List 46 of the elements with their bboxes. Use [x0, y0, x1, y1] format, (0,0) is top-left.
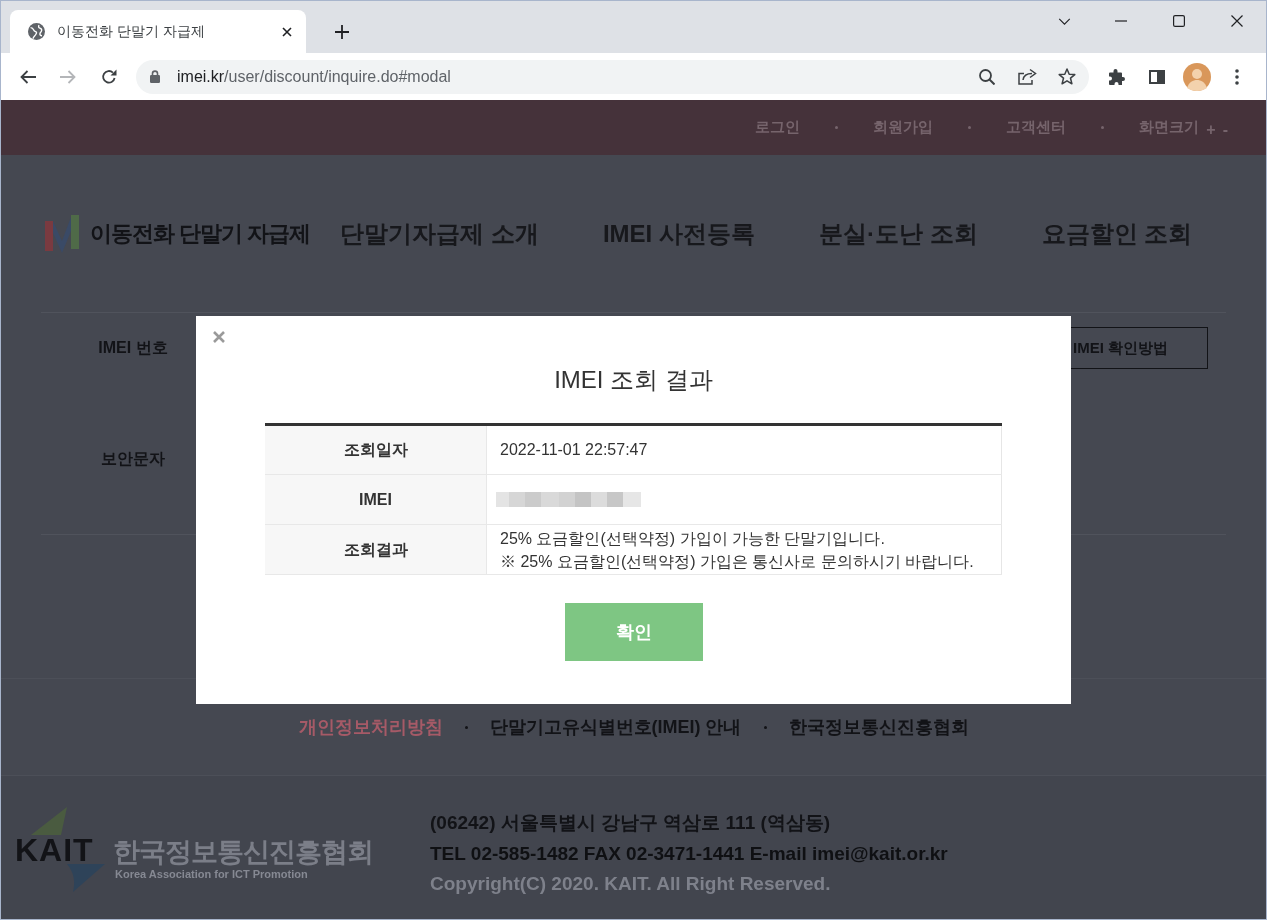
- row-label-cell: IMEI: [265, 475, 487, 524]
- back-arrow-icon: [20, 69, 36, 84]
- forward-arrow-icon: [60, 69, 76, 84]
- row-label-cell: 조회일자: [265, 426, 487, 474]
- logo-name: 한국정보통신진흥협회: [113, 836, 373, 868]
- table-cell: 25% 요금할인(선택약정) 가입이 가능한 단말기입니다. ※ 25% 요금할인(선택약정) 가입은 통신사로 문의하시기 바랍니다.: [487, 525, 1002, 574]
- copyright-text: Copyright(C) 2020. KAIT. All Right Reserved.: [430, 872, 832, 896]
- logo-abbreviation: KAIT: [15, 836, 94, 864]
- maximize-icon: [1173, 15, 1185, 27]
- logo-tagline: Korea Association for ICT Promotion: [115, 868, 309, 881]
- globe-icon: [28, 23, 45, 40]
- minimize-icon: [1115, 20, 1127, 22]
- confirm-button[interactable]: 확인: [564, 603, 703, 661]
- search-icon: [979, 68, 995, 85]
- url-text: imei.kr/user/discount/inquire.do#modal: [177, 66, 451, 87]
- close-icon: [282, 26, 292, 37]
- field-label: 보안문자: [100, 448, 166, 469]
- browser-tab[interactable]: 이동전화 단말기 자급제: [10, 10, 306, 53]
- avatar-icon: [1183, 62, 1211, 91]
- tab-title: 이동전화 단말기 자급제: [57, 22, 205, 41]
- address-bar[interactable]: imei.kr/user/discount/inquire.do#modal: [136, 59, 1089, 94]
- zoom-out-button[interactable]: -: [1222, 118, 1228, 142]
- plus-icon: [335, 24, 349, 39]
- lock-icon: [150, 70, 160, 83]
- footer-link[interactable]: 한국정보통신진흥협회: [788, 713, 969, 741]
- reload-icon: [101, 68, 117, 85]
- site-logo-text: 이동전화 단말기 자급제: [90, 220, 311, 248]
- puzzle-icon: [1109, 68, 1125, 85]
- row-label-cell: 조회결과: [265, 525, 487, 574]
- share-icon: [1017, 68, 1037, 85]
- close-button[interactable]: [212, 330, 226, 344]
- zoom-in-button[interactable]: +: [1206, 118, 1216, 142]
- dialog-title: IMEI 조회 결과: [554, 365, 713, 395]
- footer-link[interactable]: 개인정보처리방침: [298, 713, 443, 741]
- side-panel-icon: [1149, 69, 1165, 84]
- contact-text: TEL 02-585-1482 FAX 02-3471-1441 E-mail imei@kait.or.kr: [430, 841, 948, 866]
- close-icon: [1231, 15, 1243, 27]
- address-text: (06242) 서울특별시 강남구 역삼로 111 (역삼동): [430, 811, 832, 835]
- table-cell: 2022-11-01 22:57:47: [487, 426, 1002, 474]
- logo-icon: [45, 214, 79, 253]
- close-icon: [213, 331, 225, 343]
- chevron-down-icon: [1057, 17, 1071, 25]
- star-icon: [1058, 68, 1076, 85]
- footer-link[interactable]: 단말기고유식별번호(IMEI) 안내: [489, 713, 742, 741]
- field-label: IMEI 번호: [97, 338, 169, 358]
- more-vertical-icon: [1235, 68, 1239, 85]
